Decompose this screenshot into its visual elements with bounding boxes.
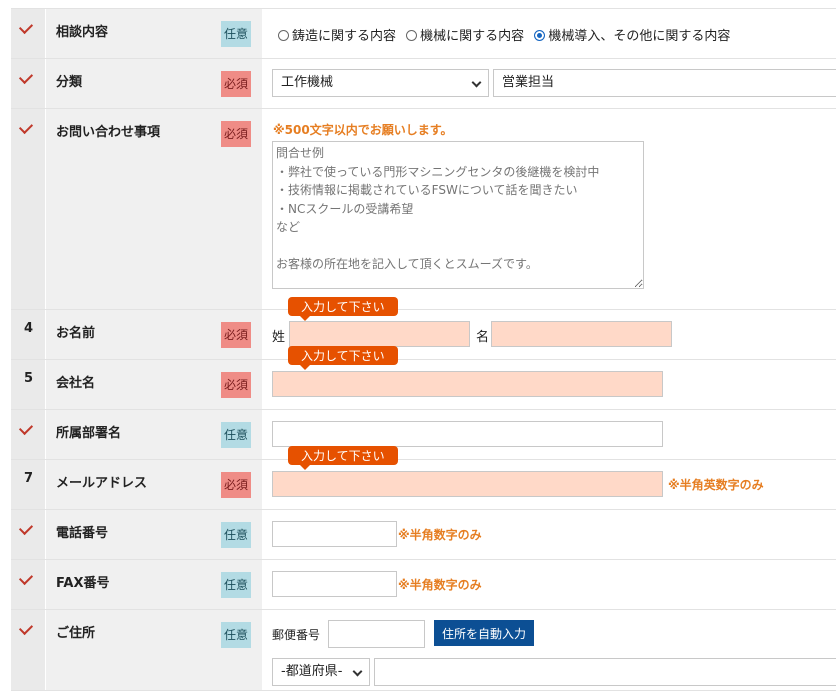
first-name-label: 名 xyxy=(476,330,490,345)
optional-badge: 任意 xyxy=(221,522,251,548)
required-badge: 必須 xyxy=(221,322,251,348)
zip-input[interactable] xyxy=(328,620,425,648)
check-icon xyxy=(18,119,34,135)
error-tooltip: 入力して下さい xyxy=(288,446,398,470)
row-fax: FAX番号 任意 ※半角数字のみ xyxy=(11,559,836,609)
row-number: 4 xyxy=(24,321,34,336)
dept-input[interactable] xyxy=(272,421,663,447)
error-tooltip: 入力して下さい xyxy=(288,346,398,370)
row-phone: 電話番号 任意 ※半角数字のみ xyxy=(11,509,836,559)
fax-format-note: ※半角数字のみ xyxy=(398,578,482,592)
inquiry-textarea[interactable] xyxy=(272,141,644,289)
field-label: 相談内容 xyxy=(56,25,109,40)
email-input[interactable] xyxy=(272,471,663,497)
error-tooltip: 入力して下さい xyxy=(288,297,398,321)
check-icon xyxy=(18,69,34,85)
field-label: お名前 xyxy=(56,326,96,341)
row-name: 4 お名前 必須 姓 名 xyxy=(11,309,836,359)
contact-select[interactable]: 営業担当 xyxy=(493,69,836,97)
phone-format-note: ※半角数字のみ xyxy=(398,528,482,542)
field-label: 分類 xyxy=(56,75,83,90)
inquiry-form: 相談内容 任意 鋳造に関する内容 機械に関する内容 機械導入、その他に関する内容 … xyxy=(11,8,836,691)
radio-other[interactable]: 機械導入、その他に関する内容 xyxy=(534,29,730,44)
row-dept: 所属部署名 任意 xyxy=(11,409,836,459)
check-icon xyxy=(18,570,34,586)
row-number: 5 xyxy=(24,371,34,386)
last-name-label: 姓 xyxy=(272,330,286,345)
phone-input[interactable] xyxy=(272,521,397,547)
required-badge: 必須 xyxy=(221,71,251,97)
category-select[interactable]: 工作機械 xyxy=(272,69,489,97)
row-company: 5 会社名 必須 xyxy=(11,359,836,409)
company-input[interactable] xyxy=(272,371,663,397)
optional-badge: 任意 xyxy=(221,422,251,448)
radio-machine[interactable]: 機械に関する内容 xyxy=(406,29,524,44)
required-badge: 必須 xyxy=(221,372,251,398)
first-name-input[interactable] xyxy=(491,321,672,347)
row-address: ご住所 任意 郵便番号 住所を自動入力 -都道府県- xyxy=(11,609,836,691)
field-label: FAX番号 xyxy=(56,576,110,591)
field-label: 電話番号 xyxy=(56,526,109,541)
chevron-down-icon xyxy=(471,77,482,88)
check-icon xyxy=(18,520,34,536)
city-input[interactable] xyxy=(374,658,836,686)
row-consult: 相談内容 任意 鋳造に関する内容 機械に関する内容 機械導入、その他に関する内容 xyxy=(11,8,836,58)
required-badge: 必須 xyxy=(221,121,251,147)
radio-casting[interactable]: 鋳造に関する内容 xyxy=(278,29,396,44)
check-icon xyxy=(18,620,34,636)
consult-radio-group: 鋳造に関する内容 機械に関する内容 機械導入、その他に関する内容 xyxy=(278,25,730,44)
required-badge: 必須 xyxy=(221,472,251,498)
check-icon xyxy=(18,420,34,436)
check-icon xyxy=(18,19,34,35)
row-number: 7 xyxy=(24,471,34,486)
prefecture-select[interactable]: -都道府県- xyxy=(272,658,370,686)
field-label: 会社名 xyxy=(56,376,96,391)
field-label: ご住所 xyxy=(56,626,96,641)
field-label: 所属部署名 xyxy=(56,426,122,441)
field-label: お問い合わせ事項 xyxy=(56,125,161,140)
field-label: メールアドレス xyxy=(56,476,148,491)
optional-badge: 任意 xyxy=(221,21,251,47)
last-name-input[interactable] xyxy=(289,321,470,347)
char-limit-note: ※500文字以内でお願いします。 xyxy=(273,123,453,137)
zip-label: 郵便番号 xyxy=(272,628,321,642)
row-category: 分類 必須 工作機械 営業担当 xyxy=(11,58,836,108)
fax-input[interactable] xyxy=(272,571,397,597)
row-inquiry: お問い合わせ事項 必須 ※500文字以内でお願いします。 xyxy=(11,108,836,309)
email-format-note: ※半角英数字のみ xyxy=(668,478,764,492)
auto-address-button[interactable]: 住所を自動入力 xyxy=(434,620,534,646)
optional-badge: 任意 xyxy=(221,622,251,648)
row-email: 7 メールアドレス 必須 ※半角英数字のみ xyxy=(11,459,836,509)
optional-badge: 任意 xyxy=(221,572,251,598)
